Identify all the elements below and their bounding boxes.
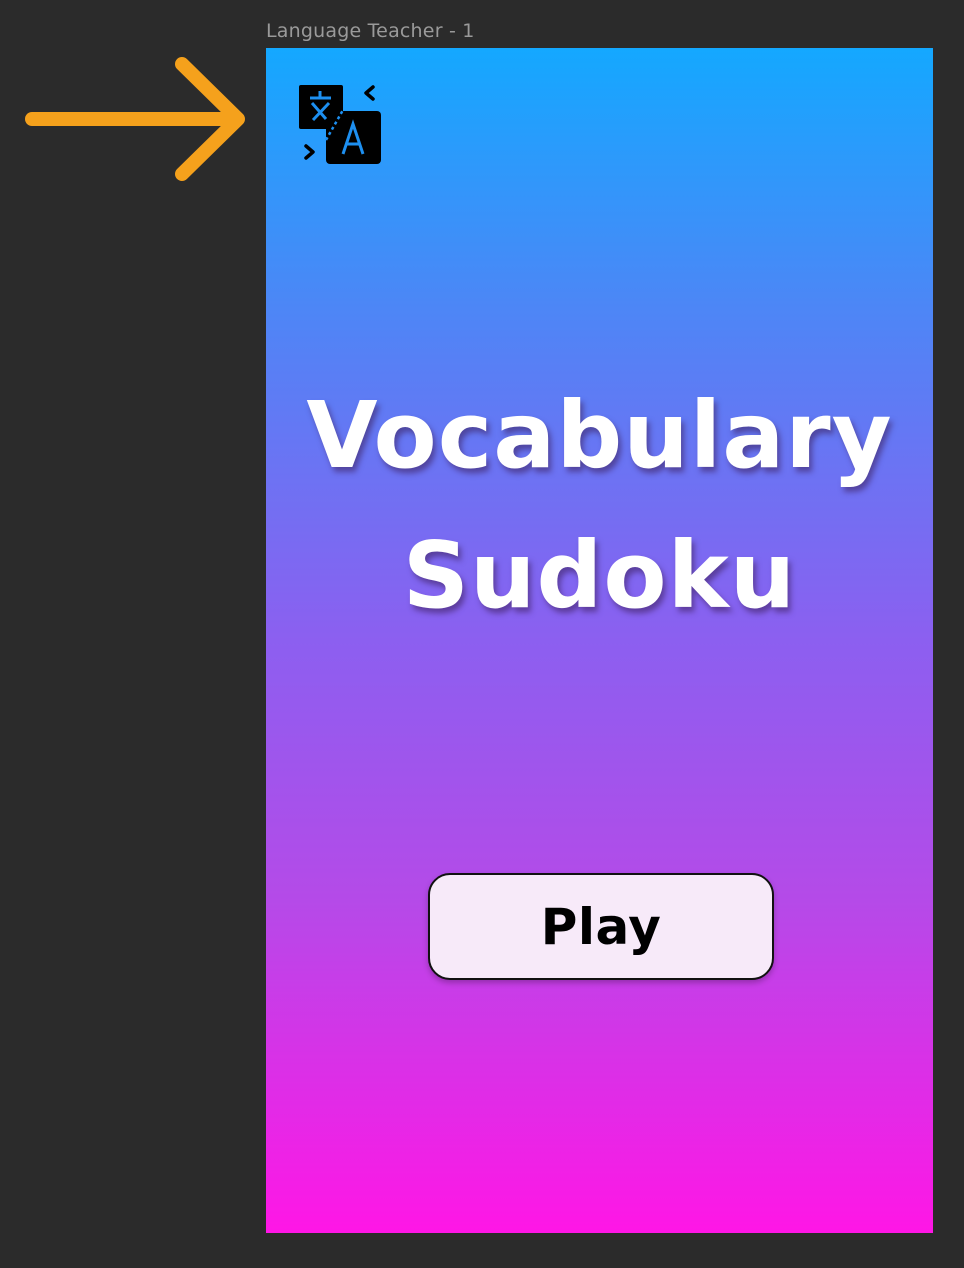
app-title: Vocabulary Sudoku (266, 366, 933, 646)
play-button[interactable]: Play (428, 873, 774, 980)
title-line-vocabulary: Vocabulary (306, 382, 893, 489)
translate-icon[interactable] (298, 82, 384, 168)
play-button-label: Play (540, 897, 662, 956)
design-canvas: Language Teacher - 1 Vocabulary Sudoku P… (0, 0, 964, 1268)
frame-label[interactable]: Language Teacher - 1 (266, 20, 475, 42)
arrow-right-icon (25, 57, 245, 181)
title-line-sudoku: Sudoku (402, 522, 797, 629)
app-screen: Vocabulary Sudoku Play (266, 48, 933, 1233)
